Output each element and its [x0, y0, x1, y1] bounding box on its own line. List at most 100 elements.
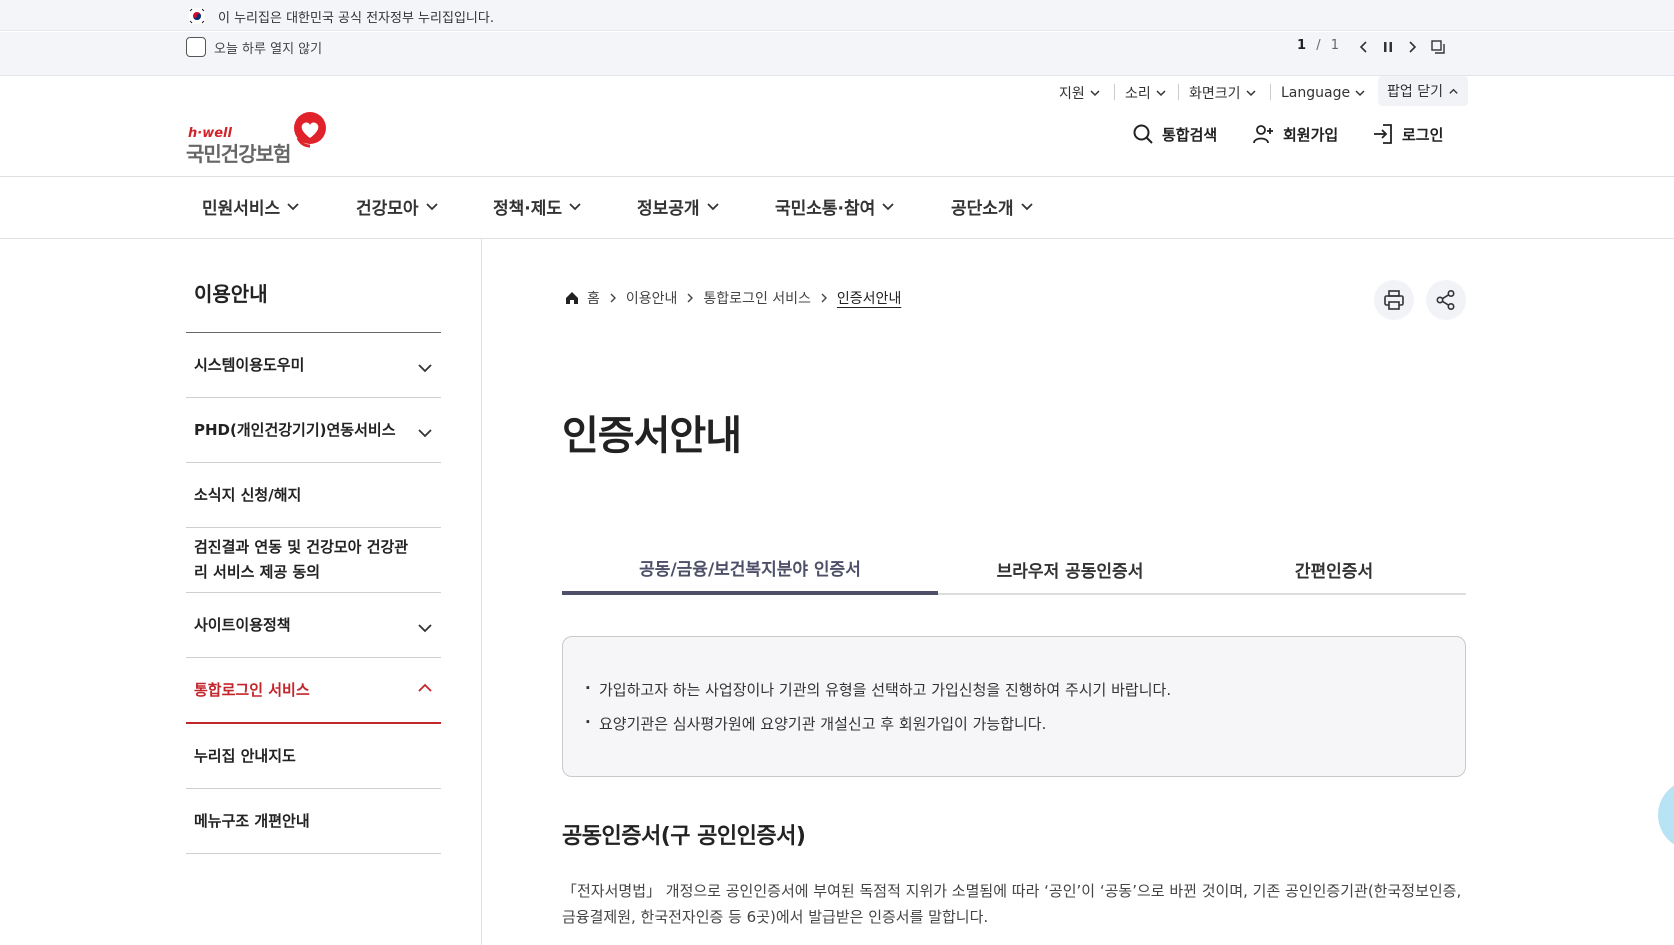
floating-chat-button[interactable]: [1658, 780, 1674, 850]
gnb-item-health-moa[interactable]: 건강모아: [356, 193, 439, 219]
info-box: 가입하고자 하는 사업장이나 기관의 유형을 선택하고 가입신청을 진행하여 주…: [562, 636, 1466, 777]
share-button[interactable]: [1426, 280, 1466, 320]
certificate-tabs: 공동/금융/보건복지분야 인증서 브라우저 공동인증서 간편인증서: [562, 543, 1466, 595]
info-line: 가입하고자 하는 사업장이나 기관의 유형을 선택하고 가입신청을 진행하여 주…: [585, 679, 1171, 700]
login-icon: [1374, 124, 1392, 144]
chevron-right-icon: [821, 293, 827, 303]
signup-button[interactable]: 회원가입: [1253, 121, 1338, 147]
integrated-search-button[interactable]: 통합검색: [1132, 121, 1217, 147]
breadcrumb-home[interactable]: 홈: [587, 288, 600, 308]
logo-name: 국민건강보험: [186, 142, 291, 166]
chevron-down-icon: [882, 203, 894, 211]
print-button[interactable]: [1374, 280, 1414, 320]
util-screen-size[interactable]: 화면크기: [1189, 80, 1257, 106]
print-icon: [1384, 290, 1404, 310]
util-divider: [1178, 84, 1179, 100]
site-logo[interactable]: h·well 국민건강보험: [186, 112, 330, 166]
gnb-item-about[interactable]: 공단소개: [951, 193, 1034, 219]
util-divider: [1270, 84, 1271, 100]
chevron-down-icon: [418, 364, 432, 373]
sidebar-item-phd[interactable]: PHD(개인건강기기)연동서비스: [186, 398, 441, 463]
korea-flag-icon: [189, 8, 205, 24]
sidebar-item-label: 사이트이용정책: [194, 616, 291, 634]
popup-pager: 1 / 1: [1297, 38, 1339, 53]
sidebar-item-consent[interactable]: 검진결과 연동 및 건강모아 건강관리 서비스 제공 동의: [186, 528, 441, 593]
popup-page-total: 1: [1330, 38, 1339, 53]
gnb-divider: [0, 238, 1674, 239]
popup-pause-button[interactable]: [1377, 36, 1399, 58]
gov-banner-text: 이 누리집은 대한민국 공식 전자정부 누리집입니다.: [218, 11, 494, 26]
chevron-left-icon: [1359, 41, 1367, 53]
dont-show-today-label[interactable]: 오늘 하루 열지 않기: [214, 38, 322, 57]
heart-logo-icon: [294, 112, 326, 148]
dont-show-today-checkbox[interactable]: [186, 37, 206, 57]
section-body: 「전자서명법」 개정으로 공인인증서에 부여된 독점적 지위가 소멸됨에 따라 …: [562, 882, 1462, 926]
chevron-down-icon: [1156, 90, 1166, 97]
info-line: 요양기관은 심사평가원에 요양기관 개설신고 후 회원가입이 가능합니다.: [585, 713, 1046, 734]
gnb-item-policy[interactable]: 정책·제도: [493, 193, 582, 219]
sidebar-item-menu-restructure[interactable]: 메뉴구조 개편안내: [186, 789, 441, 854]
util-sound[interactable]: 소리: [1125, 80, 1167, 106]
header-divider: [0, 176, 1674, 177]
chevron-down-icon: [425, 203, 438, 211]
sidebar-item-label: 시스템이용도우미: [194, 356, 305, 374]
popup-prev-button[interactable]: [1353, 36, 1375, 58]
tab-simple-cert[interactable]: 간편인증서: [1202, 543, 1466, 595]
chevron-down-icon: [1020, 203, 1033, 211]
chevron-down-icon: [1246, 90, 1256, 97]
util-sound-label: 소리: [1125, 86, 1151, 102]
popup-list-icon: [1431, 40, 1445, 54]
popup-page-current: 1: [1297, 38, 1307, 53]
breadcrumb-level2[interactable]: 통합로그인 서비스: [703, 288, 811, 308]
share-icon: [1436, 289, 1455, 311]
chevron-down-icon: [1355, 90, 1365, 97]
sidebar-item-system-help[interactable]: 시스템이용도우미: [186, 333, 441, 398]
popup-next-button[interactable]: [1401, 36, 1423, 58]
sidebar-item-integrated-login[interactable]: 통합로그인 서비스: [186, 658, 441, 724]
popup-close-label: 팝업 닫기: [1387, 84, 1443, 100]
breadcrumb-level1[interactable]: 이용안내: [626, 288, 678, 308]
util-screen-size-label: 화면크기: [1189, 86, 1241, 102]
tab-joint-financial-cert[interactable]: 공동/금융/보건복지분야 인증서: [562, 543, 938, 595]
util-support[interactable]: 지원: [1059, 80, 1101, 106]
util-divider: [1114, 84, 1115, 100]
tab-label: 간편인증서: [1294, 561, 1374, 582]
popup-page-sep: /: [1316, 38, 1321, 53]
gnb-item-label: 건강모아: [356, 198, 419, 219]
breadcrumb: 홈 이용안내 통합로그인 서비스 인증서안내: [565, 288, 901, 308]
chevron-up-icon: [418, 683, 432, 692]
popup-list-button[interactable]: [1427, 36, 1449, 58]
add-user-icon: [1253, 125, 1273, 144]
gnb-item-civil-service[interactable]: 민원서비스: [202, 193, 300, 219]
chevron-down-icon: [569, 203, 581, 211]
util-language-label: Language: [1281, 85, 1351, 101]
sidebar-item-label: 통합로그인 서비스: [194, 681, 310, 699]
gnb-item-disclosure[interactable]: 정보공개: [637, 193, 720, 219]
gnb-item-label: 정책·제도: [493, 198, 563, 219]
sidebar-item-label: 소식지 신청/해지: [194, 486, 302, 504]
sidebar-item-newsletter[interactable]: 소식지 신청/해지: [186, 463, 441, 528]
gnb-item-label: 민원서비스: [202, 198, 281, 219]
popup-close-button[interactable]: 팝업 닫기: [1378, 76, 1468, 106]
gnb-item-communication[interactable]: 국민소통·참여: [775, 193, 895, 219]
sidebar-item-site-policy[interactable]: 사이트이용정책: [186, 593, 441, 658]
chevron-right-icon: [1409, 41, 1417, 53]
sidebar-item-sitemap[interactable]: 누리집 안내지도: [186, 724, 441, 789]
sidebar-item-label: PHD(개인건강기기)연동서비스: [194, 421, 396, 439]
home-icon[interactable]: [565, 291, 579, 305]
pause-icon: [1384, 42, 1392, 52]
util-language[interactable]: Language: [1281, 80, 1366, 106]
login-button[interactable]: 로그인: [1372, 121, 1443, 147]
chevron-down-icon: [706, 203, 719, 211]
chevron-right-icon: [610, 293, 616, 303]
sidebar-item-label: 누리집 안내지도: [194, 747, 296, 765]
login-label: 로그인: [1402, 125, 1444, 144]
chevron-down-icon: [1090, 90, 1100, 97]
util-support-label: 지원: [1059, 86, 1085, 102]
integrated-search-label: 통합검색: [1162, 125, 1218, 144]
sidebar-divider: [481, 239, 482, 945]
tab-browser-cert[interactable]: 브라우저 공동인증서: [938, 543, 1202, 595]
gov-banner: 이 누리집은 대한민국 공식 전자정부 누리집입니다.: [0, 0, 1674, 31]
chevron-down-icon: [418, 429, 432, 438]
chevron-down-icon: [287, 203, 299, 211]
